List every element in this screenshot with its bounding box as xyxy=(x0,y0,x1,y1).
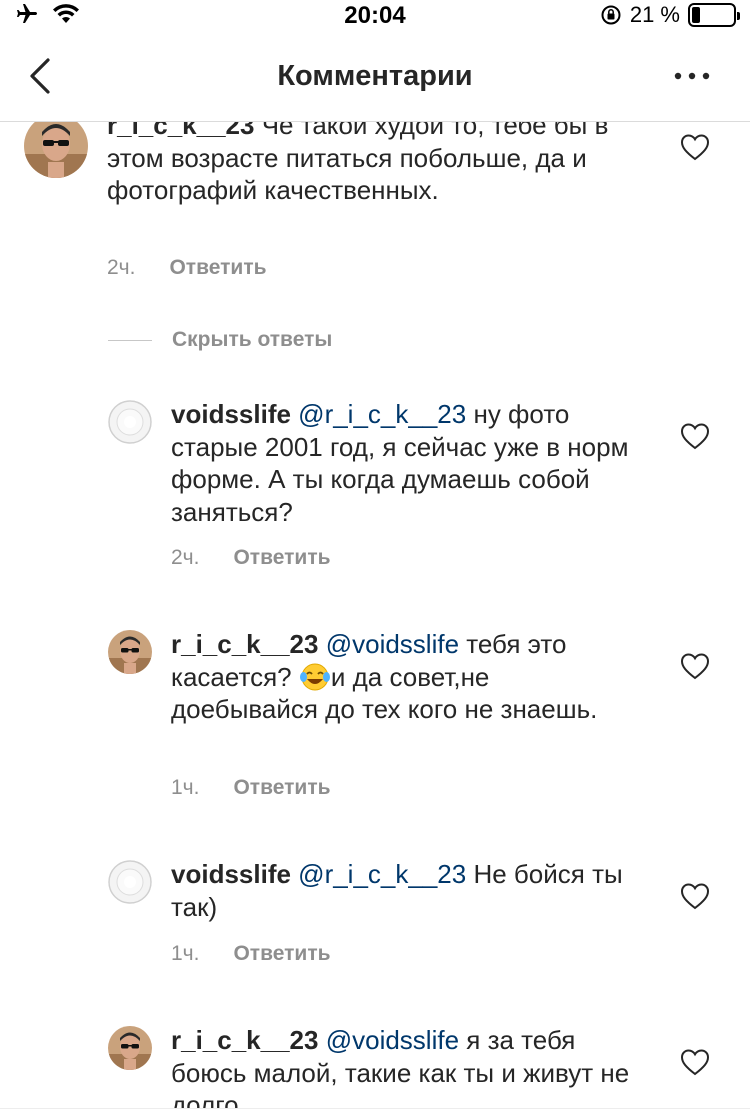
comment-username[interactable]: r_i_c_k__23 xyxy=(171,629,318,659)
avatar[interactable] xyxy=(108,400,152,444)
comment-time: 2ч. xyxy=(171,546,200,569)
heart-icon[interactable] xyxy=(680,133,710,161)
avatar[interactable] xyxy=(108,860,152,904)
status-bar: 20:04 21 % xyxy=(0,0,750,30)
comment-username[interactable]: r_i_c_k__23 xyxy=(171,1025,318,1055)
orientation-lock-icon xyxy=(601,5,621,25)
avatar[interactable] xyxy=(108,1026,152,1070)
heart-icon[interactable] xyxy=(680,422,710,450)
navigation-bar: Комментарии xyxy=(0,40,750,120)
comment-time: 2ч. xyxy=(107,256,136,279)
reply-button[interactable]: Ответить xyxy=(233,942,330,966)
comment-meta: 2ч. Ответить xyxy=(171,546,331,570)
face-with-tears-of-joy-emoji xyxy=(299,663,330,690)
mention-link[interactable]: @voidsslife xyxy=(326,1025,459,1055)
reply-button[interactable]: Ответить xyxy=(169,256,266,280)
heart-icon[interactable] xyxy=(680,652,710,680)
comment-meta: 1ч. Ответить xyxy=(171,776,331,800)
avatar[interactable] xyxy=(24,122,88,178)
comment-meta: 1ч. Ответить xyxy=(171,942,331,966)
heart-icon[interactable] xyxy=(680,882,710,910)
mention-link[interactable]: @voidsslife xyxy=(326,629,459,659)
page-title: Комментарии xyxy=(277,60,473,92)
comment-text: r_i_c_k__23 @voidsslife я за тебя боюсь … xyxy=(171,1024,641,1108)
reply-button[interactable]: Ответить xyxy=(233,776,330,800)
comment-time: 1ч. xyxy=(171,942,200,965)
comments-list[interactable]: r_i_c_k__23 Че такой худой то, тебе бы в… xyxy=(0,122,750,1108)
comment-username[interactable]: voidsslife xyxy=(171,859,291,889)
bottom-edge xyxy=(0,1108,750,1120)
mention-link[interactable]: @r_i_c_k__23 xyxy=(298,399,466,429)
comment-text: voidsslife @r_i_c_k__23 Не бойся ты так) xyxy=(171,858,641,923)
avatar[interactable] xyxy=(108,630,152,674)
comment-username[interactable]: voidsslife xyxy=(171,399,291,429)
reply-button[interactable]: Ответить xyxy=(233,546,330,570)
more-horizontal-icon[interactable] xyxy=(672,62,712,90)
comment-username[interactable]: r_i_c_k__23 xyxy=(107,122,254,140)
hide-replies-divider xyxy=(108,339,152,341)
battery-icon xyxy=(688,3,740,27)
battery-fill xyxy=(692,7,700,23)
hide-replies-button[interactable]: Скрыть ответы xyxy=(108,328,332,352)
hide-replies-label: Скрыть ответы xyxy=(172,328,333,351)
comment-meta: 2ч. Ответить xyxy=(107,256,267,280)
comment-time: 1ч. xyxy=(171,776,200,799)
mention-link[interactable]: @r_i_c_k__23 xyxy=(298,859,466,889)
comment-text: voidsslife @r_i_c_k__23 ну фото старые 2… xyxy=(171,398,641,528)
heart-icon[interactable] xyxy=(680,1048,710,1076)
comment-text: r_i_c_k__23 @voidsslife тебя это касаетс… xyxy=(171,628,641,726)
comment-text: r_i_c_k__23 Че такой худой то, тебе бы в… xyxy=(107,122,627,207)
battery-percentage: 21 % xyxy=(629,2,680,27)
status-right: 21 % xyxy=(600,2,740,28)
